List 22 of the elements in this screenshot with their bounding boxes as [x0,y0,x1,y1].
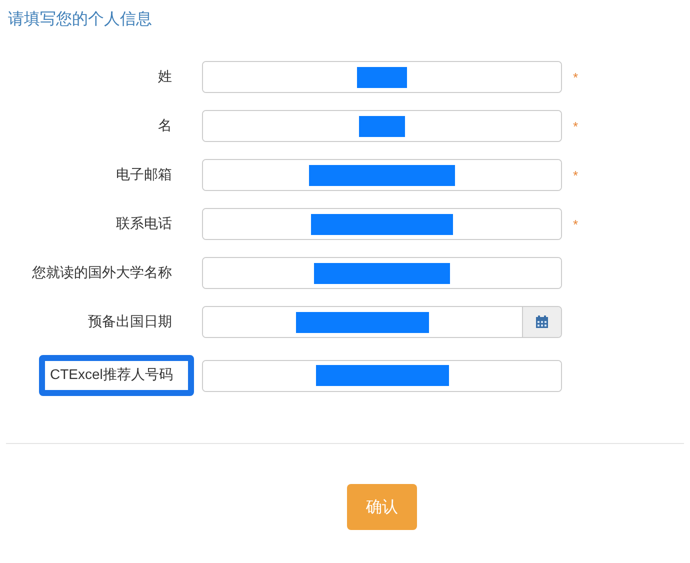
input-field[interactable] [202,208,562,240]
date-field[interactable] [202,306,562,338]
field-label: 联系电话 [116,215,172,233]
required-mark: * [572,118,580,134]
input-field[interactable] [202,110,562,142]
confirm-button[interactable]: 确认 [347,484,417,530]
required-mark: * [572,70,580,84]
calendar-button[interactable] [522,307,561,337]
input-field[interactable] [202,360,562,392]
field-label: 您就读的国外大学名称 [32,264,172,282]
field-label: CTExcel推荐人号码 [39,355,194,396]
field-label: 预备出国日期 [88,313,172,331]
field-label: 电子邮箱 [116,166,172,184]
field-label: 姓 [158,68,172,86]
input-field[interactable] [202,159,562,191]
form-title: 请填写您的个人信息 [7,10,153,30]
input-field[interactable] [202,257,562,289]
input-field[interactable] [202,61,562,93]
required-mark: * [572,216,580,232]
required-mark: * [572,168,580,182]
field-label: 名 [158,117,172,135]
calendar-icon [535,315,549,329]
